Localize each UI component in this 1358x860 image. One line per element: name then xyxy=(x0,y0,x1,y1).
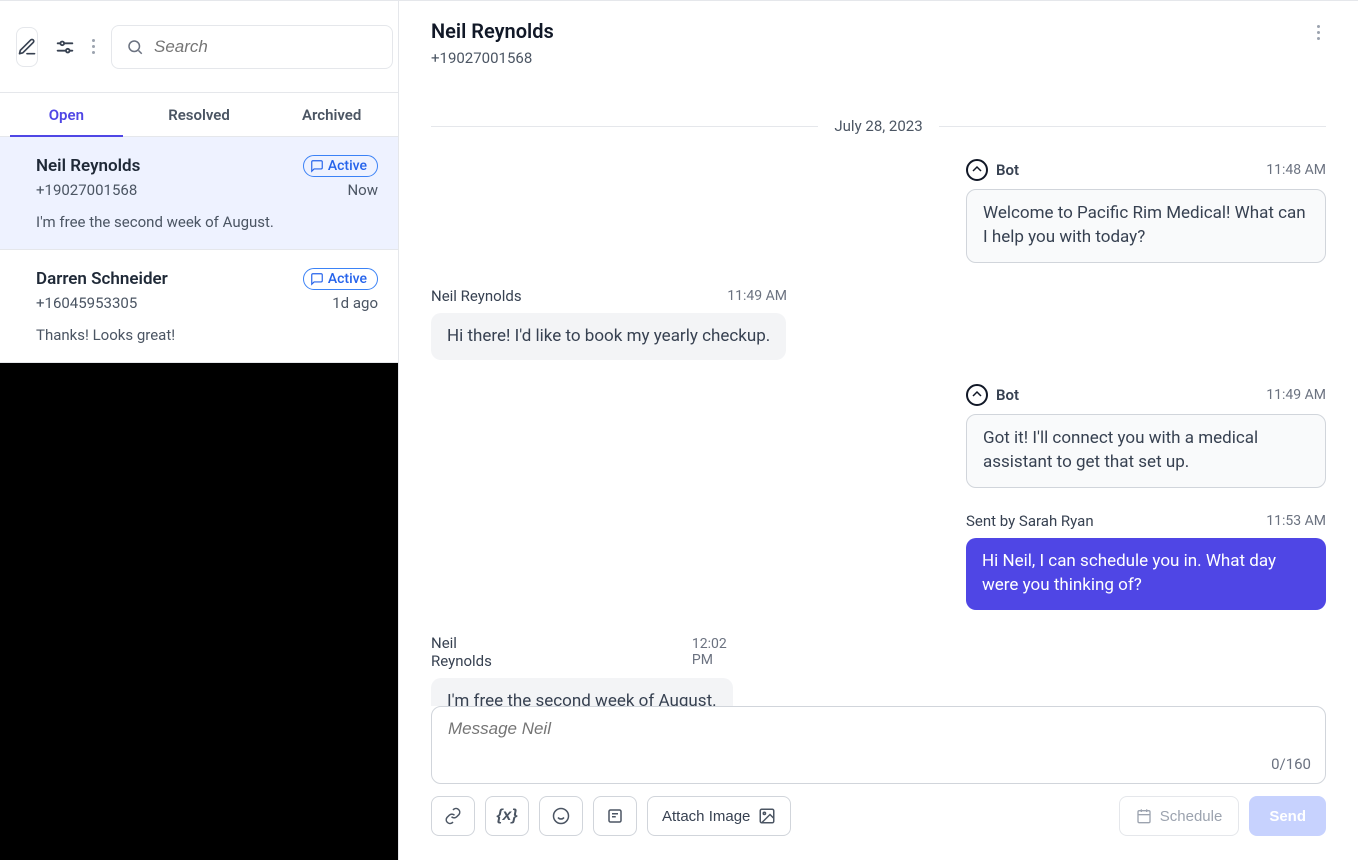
date-label: July 28, 2023 xyxy=(834,117,922,135)
tab-open[interactable]: Open xyxy=(0,93,133,136)
chat-icon xyxy=(310,272,324,286)
message-time: 11:53 AM xyxy=(1266,513,1326,529)
conversation-preview: Thanks! Looks great! xyxy=(36,326,378,344)
conversation-phone: +16045953305 xyxy=(36,294,137,312)
smile-icon xyxy=(552,807,570,825)
variable-button[interactable]: {x} xyxy=(485,796,529,836)
badge-label: Active xyxy=(328,158,367,174)
search-input[interactable] xyxy=(154,37,378,57)
chat-icon xyxy=(310,159,324,173)
emoji-button[interactable] xyxy=(539,796,583,836)
message-sender: Bot xyxy=(996,161,1019,179)
sidebar: Open Resolved Archived Neil Reynolds Act… xyxy=(0,1,399,860)
link-icon xyxy=(444,807,462,825)
badge-label: Active xyxy=(328,271,367,287)
conversation-name: Darren Schneider xyxy=(36,269,168,289)
filter-icon xyxy=(54,36,76,58)
tab-archived[interactable]: Archived xyxy=(265,93,398,136)
compose-button[interactable] xyxy=(16,27,38,67)
message-bot: Bot 11:48 AM Welcome to Pacific Rim Medi… xyxy=(431,159,1326,263)
template-button[interactable] xyxy=(593,796,637,836)
status-badge: Active xyxy=(303,155,378,177)
bot-icon xyxy=(966,384,988,406)
more-menu-button[interactable] xyxy=(92,31,95,63)
message-time: 12:02 PM xyxy=(692,636,731,668)
conversation-preview: I'm free the second week of August. xyxy=(36,213,378,231)
message-sender: Bot xyxy=(996,386,1019,404)
chat-messages[interactable]: July 28, 2023 Bot 11:48 AM Welcome to Pa… xyxy=(399,93,1358,706)
message-bubble: Hi Neil, I can schedule you in. What day… xyxy=(966,538,1326,610)
message-bubble: Hi there! I'd like to book my yearly che… xyxy=(431,313,786,361)
chat-phone: +19027001568 xyxy=(431,49,554,67)
status-badge: Active xyxy=(303,268,378,290)
message-sender: Neil Reynolds xyxy=(431,287,522,305)
variable-icon: {x} xyxy=(496,807,517,825)
link-button[interactable] xyxy=(431,796,475,836)
conversation-item[interactable]: Darren Schneider Active +16045953305 1d … xyxy=(0,250,398,363)
composer-actions: {x} Attach Image Schedule Send xyxy=(431,796,1326,836)
message-sender: Neil Reynolds xyxy=(431,634,492,670)
filter-button[interactable] xyxy=(54,31,76,63)
message-user: Neil Reynolds 12:02 PM I'm free the seco… xyxy=(431,634,1326,706)
send-button[interactable]: Send xyxy=(1249,796,1326,836)
conversation-filter-tabs: Open Resolved Archived xyxy=(0,93,398,137)
message-bubble: Welcome to Pacific Rim Medical! What can… xyxy=(966,189,1326,263)
tab-resolved[interactable]: Resolved xyxy=(133,93,266,136)
bot-icon xyxy=(966,159,988,181)
chat-title: Neil Reynolds xyxy=(431,19,554,43)
message-time: 11:49 AM xyxy=(1266,387,1326,403)
sidebar-empty-area xyxy=(0,363,398,860)
composer-area: 0/160 {x} Attach Image xyxy=(399,706,1358,860)
chat-menu-button[interactable] xyxy=(1311,19,1326,46)
schedule-label: Schedule xyxy=(1160,808,1223,825)
character-count: 0/160 xyxy=(1271,755,1311,773)
compose-icon xyxy=(17,37,37,57)
conversation-phone: +19027001568 xyxy=(36,181,137,199)
conversation-time: Now xyxy=(347,181,378,199)
chat-panel: Neil Reynolds +19027001568 July 28, 2023… xyxy=(399,1,1358,860)
message-sender: Sent by Sarah Ryan xyxy=(966,512,1094,530)
attach-image-button[interactable]: Attach Image xyxy=(647,796,791,836)
search-field[interactable] xyxy=(111,25,393,69)
calendar-icon xyxy=(1136,808,1152,824)
image-icon xyxy=(758,807,776,825)
conversation-item[interactable]: Neil Reynolds Active +19027001568 Now I'… xyxy=(0,137,398,250)
sidebar-toolbar xyxy=(0,1,398,93)
message-time: 11:49 AM xyxy=(727,288,787,304)
date-separator: July 28, 2023 xyxy=(431,117,1326,135)
conversation-list: Neil Reynolds Active +19027001568 Now I'… xyxy=(0,137,398,860)
conversation-time: 1d ago xyxy=(332,294,378,312)
message-composer[interactable]: 0/160 xyxy=(431,706,1326,784)
attach-label: Attach Image xyxy=(662,808,750,825)
message-input[interactable] xyxy=(448,719,1309,739)
more-vertical-icon xyxy=(1317,25,1320,40)
message-user: Neil Reynolds 11:49 AM Hi there! I'd lik… xyxy=(431,287,1326,361)
message-bot: Bot 11:49 AM Got it! I'll connect you wi… xyxy=(431,384,1326,488)
conversation-name: Neil Reynolds xyxy=(36,156,140,176)
template-icon xyxy=(606,807,624,825)
message-time: 11:48 AM xyxy=(1266,162,1326,178)
message-agent: Sent by Sarah Ryan 11:53 AM Hi Neil, I c… xyxy=(431,512,1326,610)
chat-header: Neil Reynolds +19027001568 xyxy=(399,1,1358,93)
message-bubble: Got it! I'll connect you with a medical … xyxy=(966,414,1326,488)
search-icon xyxy=(126,38,144,56)
message-bubble: I'm free the second week of August. xyxy=(431,678,733,706)
schedule-button[interactable]: Schedule xyxy=(1119,796,1240,836)
more-vertical-icon xyxy=(92,39,95,54)
